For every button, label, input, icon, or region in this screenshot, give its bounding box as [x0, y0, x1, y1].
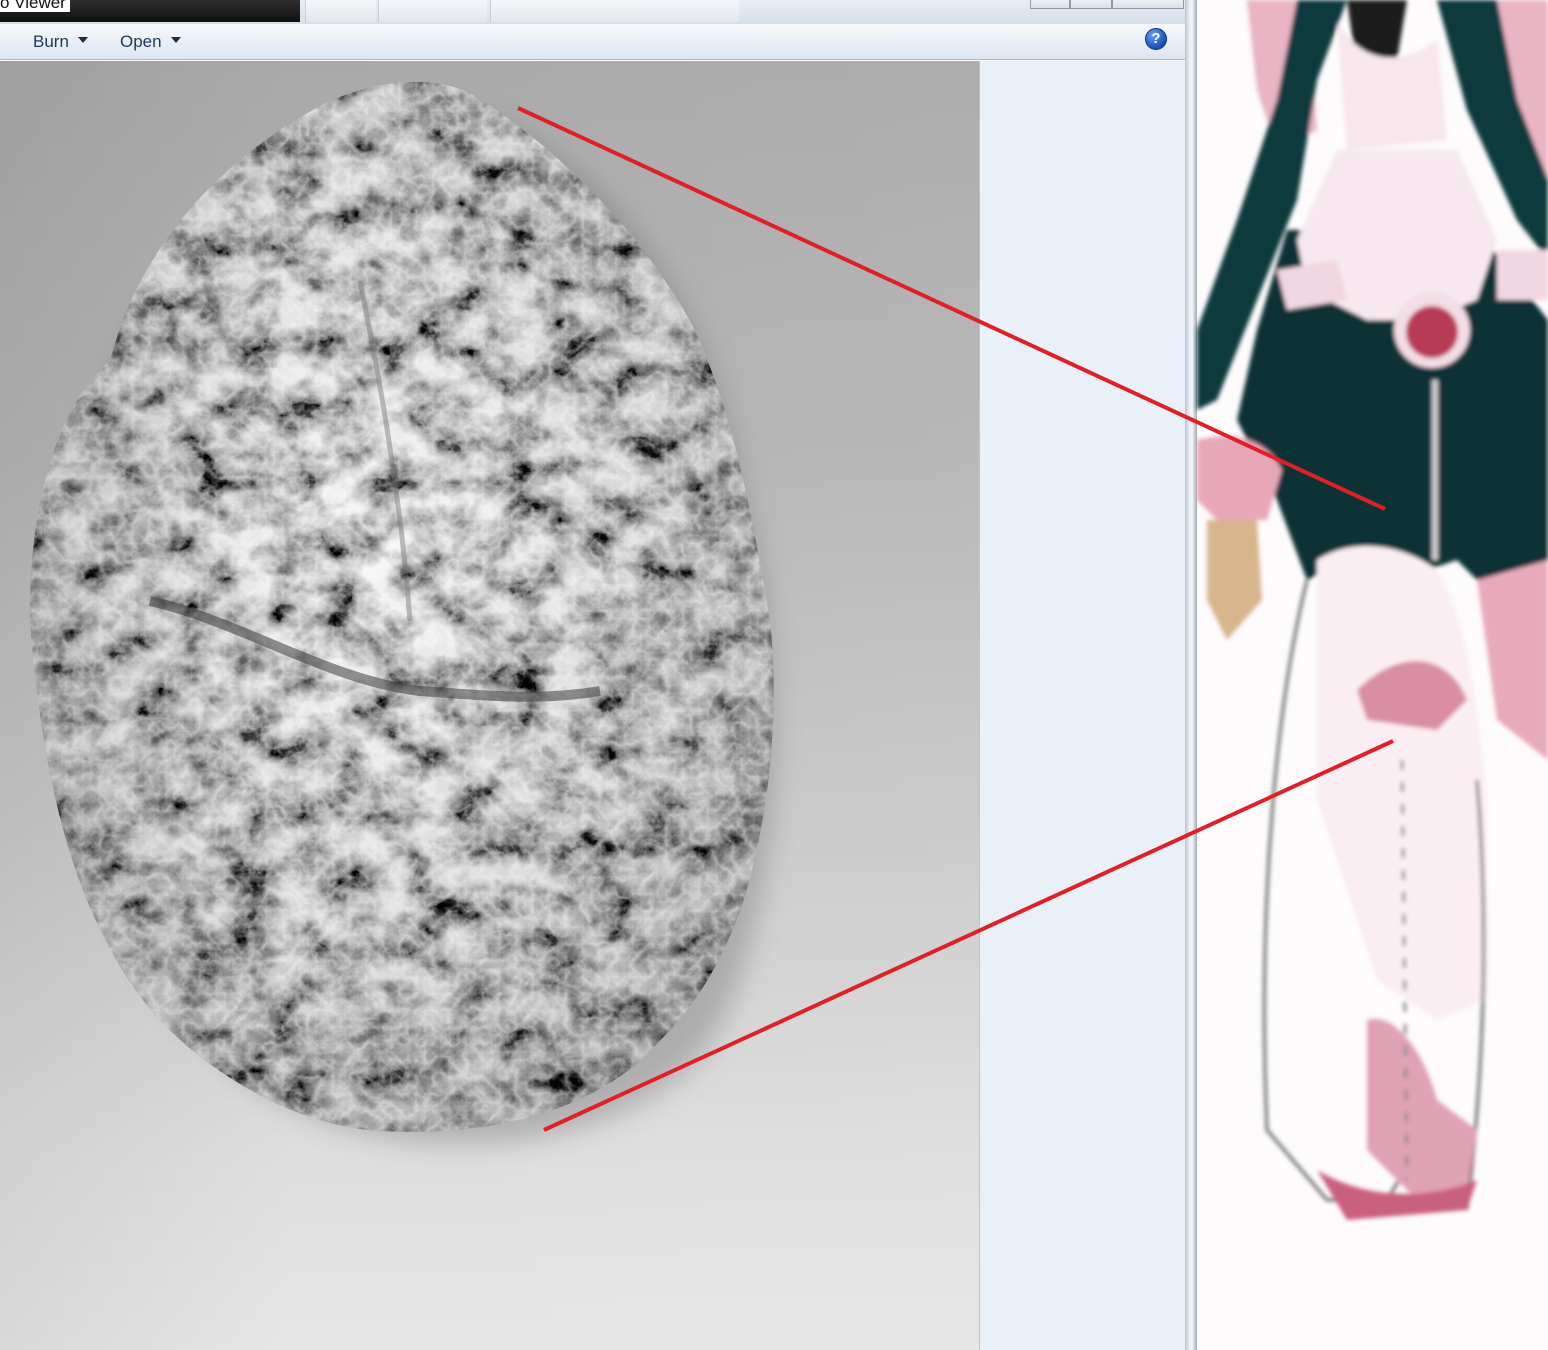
background-window-tab — [490, 0, 739, 22]
open-label: Open — [120, 32, 162, 51]
background-window-tab — [378, 0, 487, 22]
burn-label: Burn — [33, 32, 69, 51]
character-illustration — [1197, 0, 1548, 1220]
help-icon[interactable]: ? — [1145, 28, 1167, 50]
dropdown-arrow-icon — [170, 37, 181, 43]
photo-display-area — [0, 61, 979, 1350]
maximize-button[interactable] — [1070, 0, 1112, 9]
command-bar: Burn Open — [0, 24, 1185, 60]
window-title: o Viewer — [0, 0, 70, 12]
character-illustration-panel — [1197, 0, 1548, 1350]
window-frame-border — [1185, 0, 1197, 1350]
crumpled-foil-image — [29, 81, 774, 1144]
screenshot-stage: o Viewer Burn Open ? — [0, 0, 1548, 1350]
open-menu-button[interactable]: Open — [120, 30, 181, 54]
burn-menu-button[interactable]: Burn — [33, 30, 88, 54]
info-side-pane — [979, 61, 1185, 1350]
window-title-bar: o Viewer — [0, 0, 1185, 24]
minimize-button[interactable] — [1030, 0, 1070, 9]
background-window-tab — [305, 0, 376, 22]
close-button[interactable] — [1112, 0, 1184, 9]
dropdown-arrow-icon — [77, 37, 88, 43]
